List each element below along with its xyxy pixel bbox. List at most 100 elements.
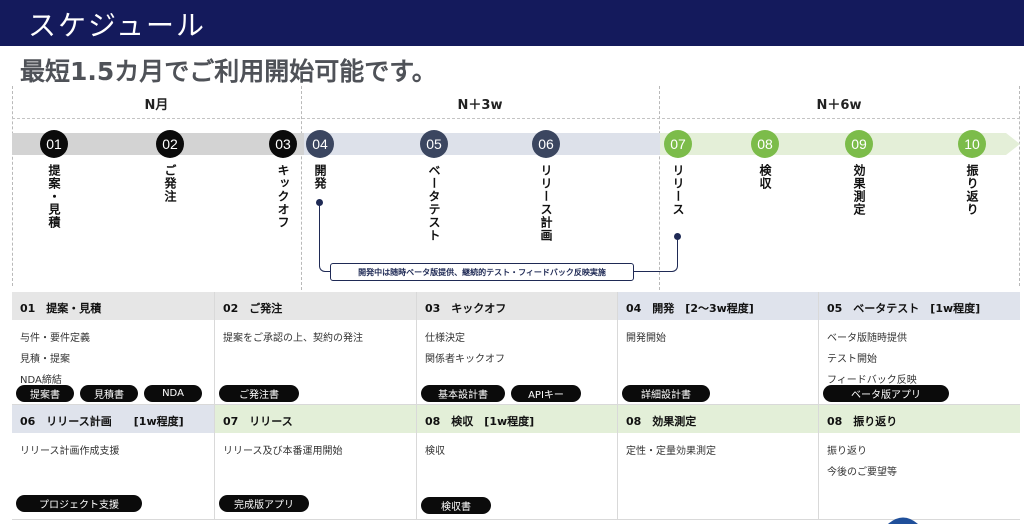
task-card-title: 08 効果測定: [618, 405, 818, 433]
task-item: 定性・定量効果測定: [626, 446, 716, 457]
task-card-title: 07 リリース: [215, 405, 416, 433]
task-card-title: 05 ベータテスト [1w程度]: [819, 292, 1020, 320]
step-label-01: 提案・見積: [47, 164, 61, 229]
deliverable-tag: ご発注書: [219, 385, 299, 402]
page-subtitle: 最短1.5カ月でご利用開始可能です。: [20, 57, 437, 86]
timeline-band-green: [660, 133, 1006, 155]
task-card-08: 08 検収 [1w程度] 検収 検収書: [417, 405, 618, 520]
step-label-06: リリース計画: [539, 164, 553, 242]
task-item: 仕様決定: [425, 333, 465, 344]
timeline-border-right: [1019, 86, 1020, 286]
task-card-items: リリース計画作成支援: [12, 433, 214, 462]
step-label-05: ベータテスト: [427, 164, 441, 242]
table-row-divider: [12, 404, 1020, 405]
deliverable-tag: 検収書: [421, 497, 491, 514]
task-card-02: 02 ご発注 提案をご承認の上、契約の発注 ご発注書: [215, 292, 417, 404]
task-item: 関係者キックオフ: [425, 354, 505, 365]
step-label-09: 効果測定: [852, 164, 866, 216]
task-card-title: 02 ご発注: [215, 292, 416, 320]
bracket-line-left: [319, 203, 330, 272]
step-circle-01: 01: [40, 130, 68, 158]
deliverable-tag: 見積書: [80, 385, 138, 402]
task-card-items: 与件・要件定義 見積・提案 NDA締結: [12, 320, 214, 391]
deliverable-tags: 提案書 見積書 NDA: [16, 385, 202, 402]
step-circle-06: 06: [532, 130, 560, 158]
step-label-04: 開発: [313, 164, 327, 190]
task-card-07: 07 リリース リリース及び本番運用開始 完成版アプリ: [215, 405, 417, 520]
task-item: テスト開始: [827, 354, 877, 365]
deliverable-tags: 基本設計書 APIキー: [421, 385, 581, 402]
task-card-09: 08 効果測定 定性・定量効果測定: [618, 405, 819, 520]
task-card-items: 検収: [417, 433, 617, 462]
task-card-10: 08 振り返り 振り返り 今後のご要望等: [819, 405, 1020, 520]
deliverable-tag: 基本設計書: [421, 385, 505, 402]
task-card-items: 仕様決定 関係者キックオフ: [417, 320, 617, 370]
task-card-05: 05 ベータテスト [1w程度] ベータ版随時提供 テスト開始 フィードバック反…: [819, 292, 1020, 404]
deliverable-tag: 詳細設計書: [622, 385, 710, 402]
step-circle-04: 04: [306, 130, 334, 158]
task-item: ベータ版随時提供: [827, 333, 907, 344]
step-circle-02: 02: [156, 130, 184, 158]
task-card-06: 06 リリース計画 [1w程度] リリース計画作成支援 プロジェクト支援: [12, 405, 215, 520]
table-bottom-border: [12, 519, 1020, 520]
phase-divider-1: [301, 86, 302, 290]
phase-header-divider: [12, 118, 1020, 119]
task-item: 開発開始: [626, 333, 666, 344]
task-card-title: 04 開発 [2〜3w程度]: [618, 292, 818, 320]
page-title: スケジュール: [28, 9, 207, 42]
phase-label-n3w: N＋3w: [457, 98, 503, 113]
task-card-title: 08 振り返り: [819, 405, 1020, 433]
deliverable-tags: 完成版アプリ: [219, 495, 309, 512]
deliverable-tags: プロジェクト支援: [16, 495, 142, 512]
deliverable-tag: 完成版アプリ: [219, 495, 309, 512]
bracket-line-right: [634, 237, 678, 272]
task-item: 提案をご承認の上、契約の発注: [223, 333, 363, 344]
task-card-items: 提案をご承認の上、契約の発注: [215, 320, 416, 349]
step-label-03: キックオフ: [276, 164, 290, 229]
task-card-items: 定性・定量効果測定: [618, 433, 818, 462]
deliverable-tags: 検収書: [421, 497, 491, 514]
task-item: 振り返り: [827, 446, 867, 457]
deliverable-tags: 詳細設計書: [622, 385, 710, 402]
logo-icon: [888, 517, 918, 524]
task-card-01: 01 提案・見積 与件・要件定義 見積・提案 NDA締結 提案書 見積書 NDA: [12, 292, 215, 404]
phase-label-n6w: N＋6w: [816, 98, 862, 113]
step-label-10: 振り返り: [965, 164, 979, 216]
timeline-arrow-head: [1006, 133, 1020, 155]
task-item: 今後のご要望等: [827, 467, 897, 478]
step-circle-03: 03: [269, 130, 297, 158]
phase-label-n: N月: [144, 98, 169, 113]
deliverable-tag: 提案書: [16, 385, 74, 402]
step-circle-09: 09: [845, 130, 873, 158]
step-circle-07: 07: [664, 130, 692, 158]
step-circle-10: 10: [958, 130, 986, 158]
task-card-03: 03 キックオフ 仕様決定 関係者キックオフ 基本設計書 APIキー: [417, 292, 618, 404]
task-card-04: 04 開発 [2〜3w程度] 開発開始 詳細設計書: [618, 292, 819, 404]
task-card-title: 01 提案・見積: [12, 292, 214, 320]
development-note: 開発中は随時ベータ版提供、継続的テスト・フィードバック反映実施: [330, 263, 634, 281]
task-card-items: ベータ版随時提供 テスト開始 フィードバック反映: [819, 320, 1020, 391]
deliverable-tags: ご発注書: [219, 385, 299, 402]
task-item: リリース及び本番運用開始: [223, 446, 343, 457]
timeline-border-left: [12, 86, 13, 286]
deliverable-tag: NDA: [144, 385, 202, 402]
task-item: 検収: [425, 446, 445, 457]
task-card-items: 開発開始: [618, 320, 818, 349]
header-bar: スケジュール: [0, 0, 1024, 46]
task-item: 見積・提案: [20, 354, 70, 365]
deliverable-tag: ベータ版アプリ: [823, 385, 949, 402]
deliverable-tag: APIキー: [511, 385, 581, 402]
task-card-title: 06 リリース計画 [1w程度]: [12, 405, 214, 433]
deliverable-tags: ベータ版アプリ: [823, 385, 949, 402]
step-circle-05: 05: [420, 130, 448, 158]
step-circle-08: 08: [751, 130, 779, 158]
task-item: 与件・要件定義: [20, 333, 90, 344]
step-label-07: リリース: [671, 164, 685, 216]
task-card-items: 振り返り 今後のご要望等: [819, 433, 1020, 483]
timeline-band-blue: [304, 133, 660, 155]
task-item: リリース計画作成支援: [20, 446, 120, 457]
task-card-title: 03 キックオフ: [417, 292, 617, 320]
task-card-items: リリース及び本番運用開始: [215, 433, 416, 462]
step-label-08: 検収: [758, 164, 772, 190]
task-card-title: 08 検収 [1w程度]: [417, 405, 617, 433]
